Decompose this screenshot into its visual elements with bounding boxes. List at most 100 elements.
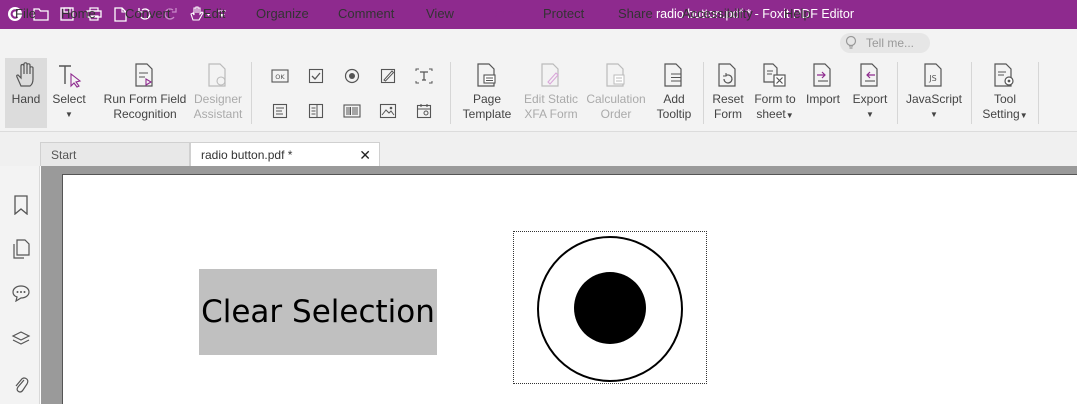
text-field-icon[interactable] (412, 65, 436, 87)
export-icon (859, 58, 881, 92)
ribbon-separator (971, 62, 972, 124)
tool-setting-label-line2: Setting▼ (982, 107, 1027, 123)
page-template-label-line1: Page (472, 92, 502, 106)
list-box-icon[interactable] (268, 100, 292, 122)
select-tool-button[interactable]: Select ▼ (50, 58, 88, 128)
javascript-button[interactable]: JS JavaScript ▼ (903, 58, 965, 128)
run-form-field-recognition-button[interactable]: Run Form Field Recognition (103, 58, 187, 128)
run-form-label-line2: Recognition (113, 107, 177, 121)
designer-assistant-button[interactable]: Designer Assistant (192, 58, 244, 128)
hand-icon (14, 58, 38, 92)
tab-start[interactable]: Start (40, 142, 190, 166)
form-to-sheet-text: sheet (756, 107, 786, 121)
svg-text:JS: JS (928, 74, 936, 83)
menu-protect[interactable]: Protect (543, 6, 584, 21)
menu-home[interactable]: Home (61, 6, 96, 21)
import-button[interactable]: Import (802, 58, 844, 128)
push-button-icon[interactable]: OK (268, 65, 292, 87)
dropdown-arrow-icon: ▼ (1019, 111, 1028, 120)
calculation-order-button[interactable]: Calculation Order (586, 58, 646, 128)
menu-comment[interactable]: Comment (338, 6, 394, 21)
designer-assistant-icon (207, 58, 229, 92)
clear-selection-button[interactable]: Clear Selection (199, 269, 437, 355)
menu-accessibility[interactable]: Accessibility (682, 6, 753, 21)
form-to-sheet-button[interactable]: Form to sheet▼ (751, 58, 799, 128)
radio-button-field[interactable] (513, 231, 707, 384)
bookmark-icon[interactable] (10, 194, 32, 216)
dropdown-arrow-icon: ▼ (785, 111, 794, 120)
menu-share[interactable]: Share (618, 6, 653, 21)
page-template-icon (476, 58, 498, 92)
reset-form-label-line2: Form (714, 107, 742, 121)
dropdown-arrow-icon: ▼ (866, 110, 874, 119)
export-label: Export (852, 92, 888, 106)
attachments-icon[interactable] (10, 374, 32, 396)
select-label: Select (52, 92, 86, 106)
comments-icon[interactable] (10, 282, 32, 304)
menu-help[interactable]: Help (784, 6, 811, 21)
add-tooltip-button[interactable]: Add Tooltip (652, 58, 696, 128)
page-template-button[interactable]: Page Template (459, 58, 515, 128)
layers-icon[interactable] (10, 328, 32, 350)
import-icon (812, 58, 834, 92)
designer-label-line2: Assistant (193, 107, 243, 121)
tool-setting-text: Setting (982, 107, 1020, 121)
date-field-icon[interactable] (412, 100, 436, 122)
menu-file[interactable]: File (15, 6, 36, 21)
javascript-icon: JS (923, 58, 945, 92)
select-text-icon (56, 58, 82, 92)
calc-order-label-line2: Order (600, 107, 632, 121)
form-to-sheet-label-line1: Form to (754, 92, 796, 106)
form-to-sheet-icon (762, 58, 788, 92)
menu-convert[interactable]: Convert (125, 6, 171, 21)
ribbon-separator (897, 62, 898, 124)
reset-form-icon (717, 58, 739, 92)
hand-tool-button[interactable]: Hand (5, 58, 47, 128)
image-field-icon[interactable] (376, 100, 400, 122)
menu-edit[interactable]: Edit (203, 6, 225, 21)
tab-radio-button-pdf[interactable]: radio button.pdf * ✕ (190, 142, 380, 166)
svg-text:OK: OK (275, 73, 285, 81)
run-form-label-line1: Run Form Field (103, 92, 187, 106)
add-tooltip-label-line2: Tooltip (656, 107, 692, 121)
edit-static-xfa-form-button[interactable]: Edit Static XFA Form (521, 58, 581, 128)
dropdown-arrow-icon: ▼ (65, 110, 73, 119)
pages-icon[interactable] (10, 238, 32, 260)
combo-box-icon[interactable] (304, 100, 328, 122)
close-tab-icon[interactable]: ✕ (359, 143, 371, 167)
check-box-icon[interactable] (304, 65, 328, 87)
reset-form-button[interactable]: Reset Form (708, 58, 748, 128)
menu-view[interactable]: View (426, 6, 454, 21)
designer-label-line1: Designer (193, 92, 243, 106)
edit-static-label-line1: Edit Static (523, 92, 579, 106)
tool-setting-label-line1: Tool (993, 92, 1016, 106)
radio-button-selected-icon (537, 236, 683, 382)
barcode-icon[interactable] (340, 100, 364, 122)
calc-order-label-line1: Calculation (586, 92, 646, 106)
form-to-sheet-label-line2: sheet▼ (756, 107, 793, 123)
add-tooltip-label-line1: Add (663, 92, 685, 106)
signature-field-icon[interactable] (376, 65, 400, 87)
edit-static-label-line2: XFA Form (524, 107, 578, 121)
tab-start-label: Start (51, 148, 77, 162)
edit-static-xfa-icon (540, 58, 562, 92)
ribbon-separator (251, 62, 252, 124)
form-recognition-icon (134, 58, 156, 92)
reset-form-label-line1: Reset (712, 92, 744, 106)
menu-form[interactable]: Form (483, 6, 516, 26)
tab-active-label: radio button.pdf * (201, 148, 293, 162)
ribbon-separator (703, 62, 704, 124)
import-label: Import (805, 92, 840, 106)
lightbulb-icon (845, 35, 857, 54)
hand-label: Hand (11, 92, 41, 106)
tool-setting-button[interactable]: Tool Setting▼ (977, 58, 1033, 128)
add-tooltip-icon (663, 58, 685, 92)
export-button[interactable]: Export ▼ (848, 58, 892, 128)
radio-button-icon[interactable] (340, 65, 364, 87)
page-template-label-line2: Template (462, 107, 512, 121)
menu-organize[interactable]: Organize (256, 6, 309, 21)
dropdown-arrow-icon: ▼ (930, 110, 938, 119)
ribbon-separator (450, 62, 451, 124)
calculation-order-icon (605, 58, 627, 92)
javascript-label: JavaScript (905, 92, 963, 106)
